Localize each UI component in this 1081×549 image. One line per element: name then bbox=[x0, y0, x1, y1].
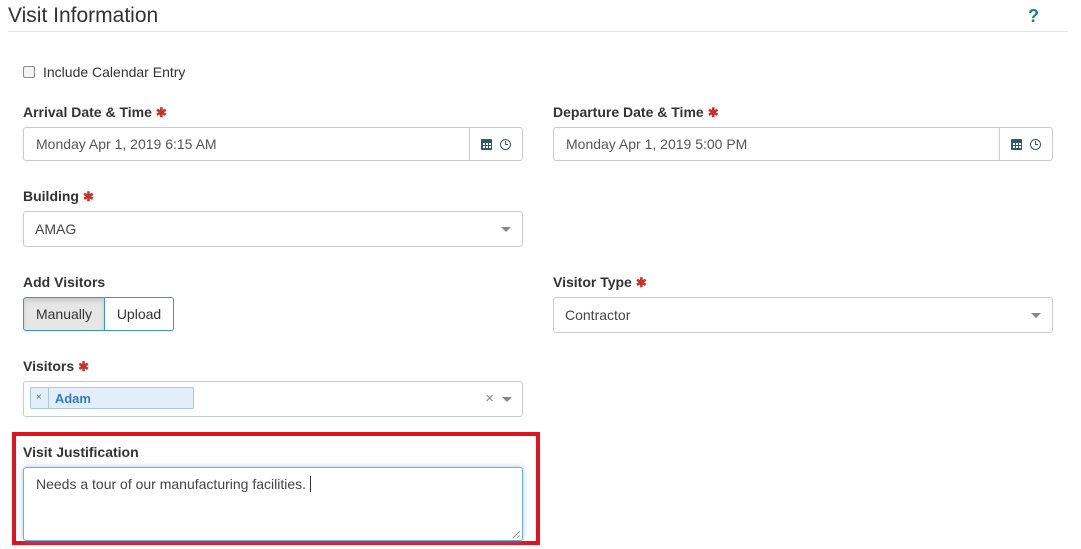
clear-icon[interactable]: × bbox=[485, 390, 494, 407]
required-icon: ✱ bbox=[635, 275, 647, 290]
building-label-text: Building bbox=[23, 188, 79, 204]
add-visitors-label: Add Visitors bbox=[23, 274, 106, 290]
departure-label-text: Departure Date & Time bbox=[553, 104, 704, 120]
visitor-type-label: Visitor Type ✱ bbox=[553, 274, 647, 291]
arrival-label-text: Arrival Date & Time bbox=[23, 104, 152, 120]
visitors-label-text: Visitors bbox=[23, 358, 75, 374]
required-icon: ✱ bbox=[155, 105, 167, 120]
visitor-tag: × Adam bbox=[30, 387, 194, 409]
chevron-down-icon[interactable] bbox=[501, 226, 511, 232]
chevron-down-icon[interactable] bbox=[1031, 312, 1041, 318]
visitor-tag-label: Adam bbox=[54, 390, 91, 406]
text-cursor bbox=[310, 476, 312, 492]
remove-tag-icon[interactable]: × bbox=[31, 388, 49, 408]
building-value[interactable]: AMAG bbox=[24, 221, 501, 237]
justification-textarea[interactable]: Needs a tour of our manufacturing facili… bbox=[23, 467, 523, 541]
section-title: Visit Information bbox=[8, 4, 159, 27]
calendar-icon[interactable] bbox=[1011, 138, 1022, 150]
departure-datetime-field[interactable]: Monday Apr 1, 2019 5:00 PM bbox=[553, 127, 1053, 161]
visitor-type-select[interactable]: Contractor bbox=[553, 297, 1053, 333]
calendar-entry-checkbox[interactable] bbox=[23, 66, 35, 78]
clock-icon[interactable] bbox=[1030, 138, 1041, 150]
visitors-multiselect[interactable]: × Adam × bbox=[23, 381, 523, 417]
departure-label: Departure Date & Time ✱ bbox=[553, 104, 719, 121]
justification-text: Needs a tour of our manufacturing facili… bbox=[36, 476, 307, 492]
arrival-label: Arrival Date & Time ✱ bbox=[23, 104, 167, 121]
departure-datetime-value[interactable]: Monday Apr 1, 2019 5:00 PM bbox=[554, 128, 999, 160]
upload-button[interactable]: Upload bbox=[105, 297, 174, 331]
title-divider bbox=[8, 31, 1068, 32]
building-label: Building ✱ bbox=[23, 188, 94, 205]
calendar-entry-label: Include Calendar Entry bbox=[43, 64, 186, 80]
calendar-icon[interactable] bbox=[481, 138, 492, 150]
required-icon: ✱ bbox=[707, 105, 719, 120]
visitors-label: Visitors ✱ bbox=[23, 358, 89, 375]
building-select[interactable]: AMAG bbox=[23, 211, 523, 247]
arrival-datetime-value[interactable]: Monday Apr 1, 2019 6:15 AM bbox=[24, 128, 469, 160]
add-visitors-toggle[interactable]: Manually Upload bbox=[23, 297, 174, 331]
help-icon[interactable]: ? bbox=[1028, 6, 1039, 27]
required-icon: ✱ bbox=[83, 189, 94, 204]
clock-icon[interactable] bbox=[500, 138, 511, 150]
chevron-down-icon[interactable] bbox=[502, 397, 512, 402]
visitor-type-value[interactable]: Contractor bbox=[554, 307, 1031, 323]
required-icon: ✱ bbox=[78, 359, 90, 374]
include-calendar-entry[interactable]: Include Calendar Entry bbox=[23, 64, 185, 80]
visitor-type-label-text: Visitor Type bbox=[553, 274, 632, 290]
manually-button[interactable]: Manually bbox=[23, 297, 105, 331]
arrival-datetime-field[interactable]: Monday Apr 1, 2019 6:15 AM bbox=[23, 127, 523, 161]
justification-label: Visit Justification bbox=[23, 444, 139, 460]
resize-handle-icon[interactable] bbox=[513, 531, 520, 538]
